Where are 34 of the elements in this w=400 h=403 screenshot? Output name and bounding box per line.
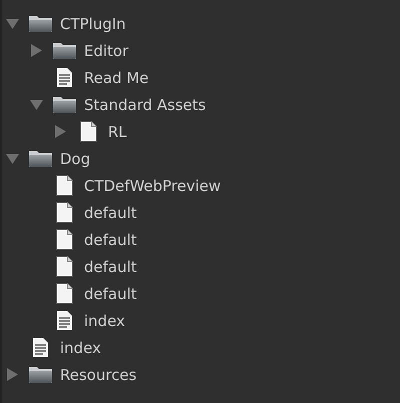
- text-document-icon: [56, 67, 72, 88]
- text-document-icon: [56, 310, 72, 331]
- collapse-arrow-icon[interactable]: [30, 44, 43, 57]
- collapse-arrow-icon[interactable]: [6, 368, 19, 381]
- blank-file-icon: [56, 202, 72, 223]
- blank-file-icon: [56, 175, 72, 196]
- blank-file-icon: [56, 229, 72, 250]
- tree-item-label[interactable]: default: [84, 230, 137, 248]
- tree-item-label[interactable]: default: [84, 258, 137, 276]
- tree-item-label[interactable]: index: [60, 338, 102, 356]
- blank-file-icon: [56, 283, 72, 304]
- folder-icon: [28, 149, 52, 168]
- tree-item-label[interactable]: Standard Assets: [84, 96, 206, 114]
- tree-item-label[interactable]: CTPlugIn: [60, 14, 126, 32]
- folder-icon: [52, 41, 76, 60]
- collapse-arrow-icon[interactable]: [54, 125, 67, 138]
- folder-icon: [28, 14, 52, 33]
- tree-item-label[interactable]: Read Me: [84, 68, 149, 86]
- folder-icon: [28, 365, 52, 384]
- blank-file-icon: [80, 121, 96, 142]
- expand-arrow-icon[interactable]: [6, 17, 19, 30]
- folder-icon: [52, 95, 76, 114]
- tree-item-label[interactable]: index: [84, 312, 126, 330]
- tree-item-label[interactable]: default: [84, 204, 137, 222]
- tree-item-label[interactable]: Dog: [60, 150, 90, 168]
- tree-item-label[interactable]: CTDefWebPreview: [84, 176, 221, 194]
- text-document-icon: [32, 337, 48, 358]
- expand-arrow-icon[interactable]: [6, 152, 19, 165]
- blank-file-icon: [56, 256, 72, 277]
- tree-item-label[interactable]: default: [84, 284, 137, 302]
- expand-arrow-icon[interactable]: [30, 98, 43, 111]
- tree-item-label[interactable]: Resources: [60, 366, 137, 384]
- tree-item-label[interactable]: Editor: [84, 42, 128, 60]
- tree-item-label[interactable]: RL: [108, 122, 127, 140]
